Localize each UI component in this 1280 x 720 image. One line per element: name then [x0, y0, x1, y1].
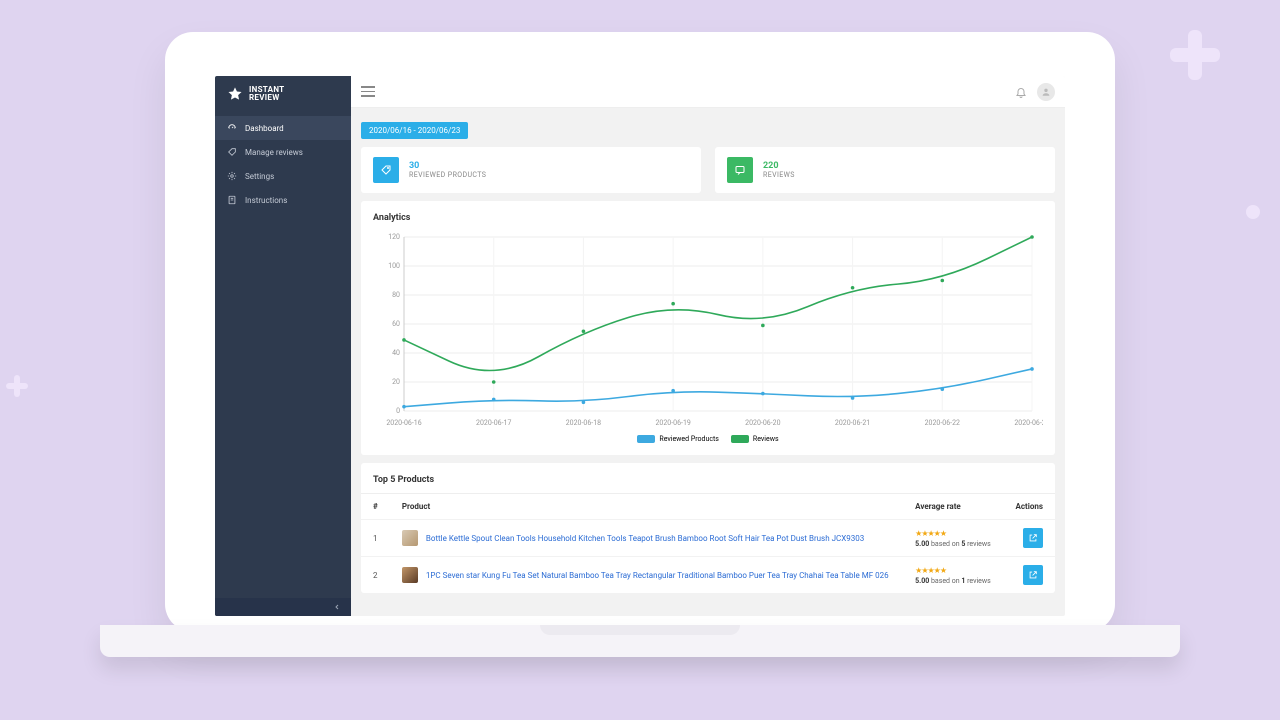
external-link-icon [1028, 570, 1038, 580]
open-product-button[interactable] [1023, 565, 1043, 585]
external-link-icon [1028, 533, 1038, 543]
tag-icon [373, 157, 399, 183]
sidebar: INSTANT REVIEW Dashboard Manage reviews Se… [215, 76, 351, 616]
stat-card-reviewed-products: 30 REVIEWED PRODUCTS [361, 147, 701, 193]
brand-logo: INSTANT REVIEW [215, 76, 351, 116]
svg-text:120: 120 [388, 233, 400, 241]
legend-label-b: Reviews [753, 435, 779, 443]
app-viewport: INSTANT REVIEW Dashboard Manage reviews Se… [215, 76, 1065, 616]
nav-icon [227, 147, 237, 157]
topbar [351, 76, 1065, 108]
user-icon [1041, 87, 1051, 97]
sidebar-item-settings[interactable]: Settings [215, 164, 351, 188]
stat-label: REVIEWS [763, 171, 795, 179]
rate-cell: ★★★★★5.00 based on 5 reviews [903, 520, 1003, 557]
svg-text:2020-06-20: 2020-06-20 [745, 419, 780, 427]
laptop-frame: INSTANT REVIEW Dashboard Manage reviews Se… [165, 32, 1115, 632]
main-area: 2020/06/16 - 2020/06/23 30 REVIEWED PROD… [351, 76, 1065, 616]
svg-text:2020-06-19: 2020-06-19 [655, 419, 690, 427]
laptop-notch [540, 625, 740, 635]
bell-icon[interactable] [1015, 86, 1027, 98]
decorative-circle [1246, 205, 1260, 219]
stat-label: REVIEWED PRODUCTS [409, 171, 486, 179]
svg-text:40: 40 [392, 349, 400, 357]
stat-cards-row: 30 REVIEWED PRODUCTS 220 REVIEWS [361, 147, 1055, 193]
analytics-panel: Analytics 0 20 40 60 80 100 120 2020-06-16 2020-… [361, 201, 1055, 455]
svg-text:2020-06-16: 2020-06-16 [386, 419, 421, 427]
product-link[interactable]: 1PC Seven star Kung Fu Tea Set Natural B… [426, 571, 889, 580]
date-range-badge[interactable]: 2020/06/16 - 2020/06/23 [361, 122, 468, 139]
stat-value: 30 [409, 161, 486, 171]
nav-icon [227, 123, 237, 133]
top-products-panel: Top 5 Products # Product Average rate Ac… [361, 463, 1055, 593]
chevron-left-icon [333, 603, 341, 611]
open-product-button[interactable] [1023, 528, 1043, 548]
sidebar-item-label: Manage reviews [245, 148, 303, 157]
star-icon: ★★★★★ [915, 529, 991, 538]
row-idx: 1 [361, 520, 390, 557]
table-row: 1 Bottle Kettle Spout Clean Tools Househo… [361, 520, 1055, 557]
brand-name: INSTANT REVIEW [249, 86, 284, 102]
nav-icon [227, 195, 237, 205]
analytics-chart: 0 20 40 60 80 100 120 2020-06-16 2020-06-17 2020-… [373, 231, 1043, 431]
svg-text:60: 60 [392, 320, 400, 328]
chart-legend: Reviewed Products Reviews [373, 435, 1043, 443]
svg-text:2020-06-23: 2020-06-23 [1014, 419, 1043, 427]
brand-line2: REVIEW [249, 94, 284, 102]
star-icon [227, 86, 243, 102]
svg-text:80: 80 [392, 291, 400, 299]
row-idx: 2 [361, 557, 390, 594]
star-icon: ★★★★★ [915, 566, 991, 575]
col-actions: Actions [1003, 494, 1055, 520]
chat-icon [727, 157, 753, 183]
sidebar-nav: Dashboard Manage reviews Settings Instructi… [215, 116, 351, 212]
svg-text:2020-06-22: 2020-06-22 [925, 419, 960, 427]
panel-title: Analytics [373, 213, 1043, 223]
svg-text:2020-06-21: 2020-06-21 [835, 419, 870, 427]
svg-text:2020-06-17: 2020-06-17 [476, 419, 511, 427]
sidebar-item-instructions[interactable]: Instructions [215, 188, 351, 212]
svg-text:2020-06-18: 2020-06-18 [566, 419, 601, 427]
panel-title: Top 5 Products [361, 463, 1055, 485]
sidebar-item-label: Settings [245, 172, 274, 181]
user-avatar[interactable] [1037, 83, 1055, 101]
product-thumb [402, 567, 418, 583]
decorative-plus [1170, 30, 1220, 80]
table-row: 2 1PC Seven star Kung Fu Tea Set Natural … [361, 557, 1055, 594]
sidebar-collapse-button[interactable] [215, 598, 351, 616]
legend-label-a: Reviewed Products [659, 435, 719, 443]
svg-text:0: 0 [396, 407, 400, 415]
stat-value: 220 [763, 161, 795, 171]
sidebar-item-dashboard[interactable]: Dashboard [215, 116, 351, 140]
col-idx: # [361, 494, 390, 520]
svg-text:20: 20 [392, 378, 400, 386]
sidebar-item-manage-reviews[interactable]: Manage reviews [215, 140, 351, 164]
sidebar-item-label: Instructions [245, 196, 287, 205]
col-product: Product [390, 494, 903, 520]
nav-icon [227, 171, 237, 181]
sidebar-item-label: Dashboard [245, 124, 284, 133]
hamburger-button[interactable] [361, 86, 375, 97]
product-link[interactable]: Bottle Kettle Spout Clean Tools Househol… [426, 534, 864, 543]
svg-text:100: 100 [388, 262, 400, 270]
content: 2020/06/16 - 2020/06/23 30 REVIEWED PROD… [351, 108, 1065, 616]
rate-cell: ★★★★★5.00 based on 1 reviews [903, 557, 1003, 594]
stat-card-reviews: 220 REVIEWS [715, 147, 1055, 193]
top-products-table: # Product Average rate Actions 1 Bottle K… [361, 493, 1055, 593]
decorative-plus-small [6, 375, 28, 397]
product-thumb [402, 530, 418, 546]
col-rate: Average rate [903, 494, 1003, 520]
